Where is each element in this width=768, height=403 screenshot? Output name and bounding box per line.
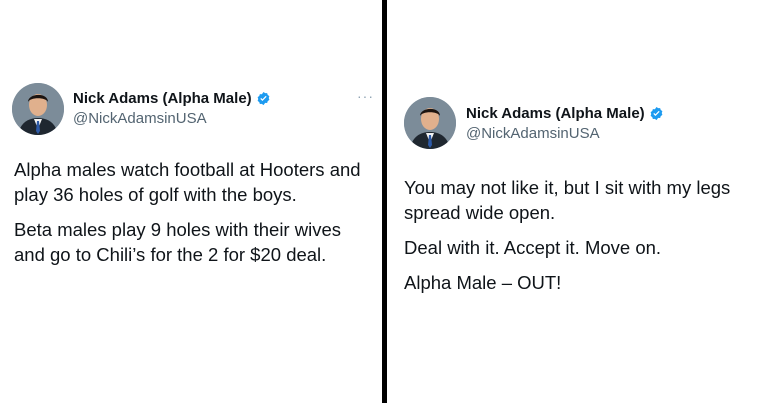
author-handle[interactable]: @NickAdamsinUSA: [73, 110, 207, 127]
author-name-row: Nick Adams (Alpha Male): [73, 90, 271, 107]
tweet-paragraph: Alpha males watch football at Hooters an…: [14, 159, 361, 205]
tweet-paragraph: Deal with it. Accept it. Move on.: [404, 237, 662, 258]
tweet-paragraph: Alpha Male – OUT!: [404, 272, 562, 293]
author-name[interactable]: Nick Adams (Alpha Male): [73, 90, 252, 107]
avatar[interactable]: [404, 97, 456, 149]
author-name[interactable]: Nick Adams (Alpha Male): [466, 105, 645, 122]
tweet-card-right: Nick Adams (Alpha Male) @NickAdamsinUSA …: [387, 0, 768, 403]
more-horizontal-icon[interactable]: ···: [357, 88, 374, 104]
tweet-text: You may not like it, but I sit with my l…: [404, 175, 759, 305]
tweet-card-left: Nick Adams (Alpha Male) @NickAdamsinUSA …: [0, 0, 382, 403]
verified-badge-icon: [256, 91, 271, 106]
tweet-text: Alpha males watch football at Hooters an…: [14, 157, 376, 277]
author-handle[interactable]: @NickAdamsinUSA: [466, 125, 600, 142]
avatar[interactable]: [12, 83, 64, 135]
verified-badge-icon: [649, 106, 664, 121]
tweet-paragraph: Beta males play 9 holes with their wives…: [14, 219, 341, 265]
tweet-paragraph: You may not like it, but I sit with my l…: [404, 177, 731, 223]
author-name-row: Nick Adams (Alpha Male): [466, 105, 664, 122]
